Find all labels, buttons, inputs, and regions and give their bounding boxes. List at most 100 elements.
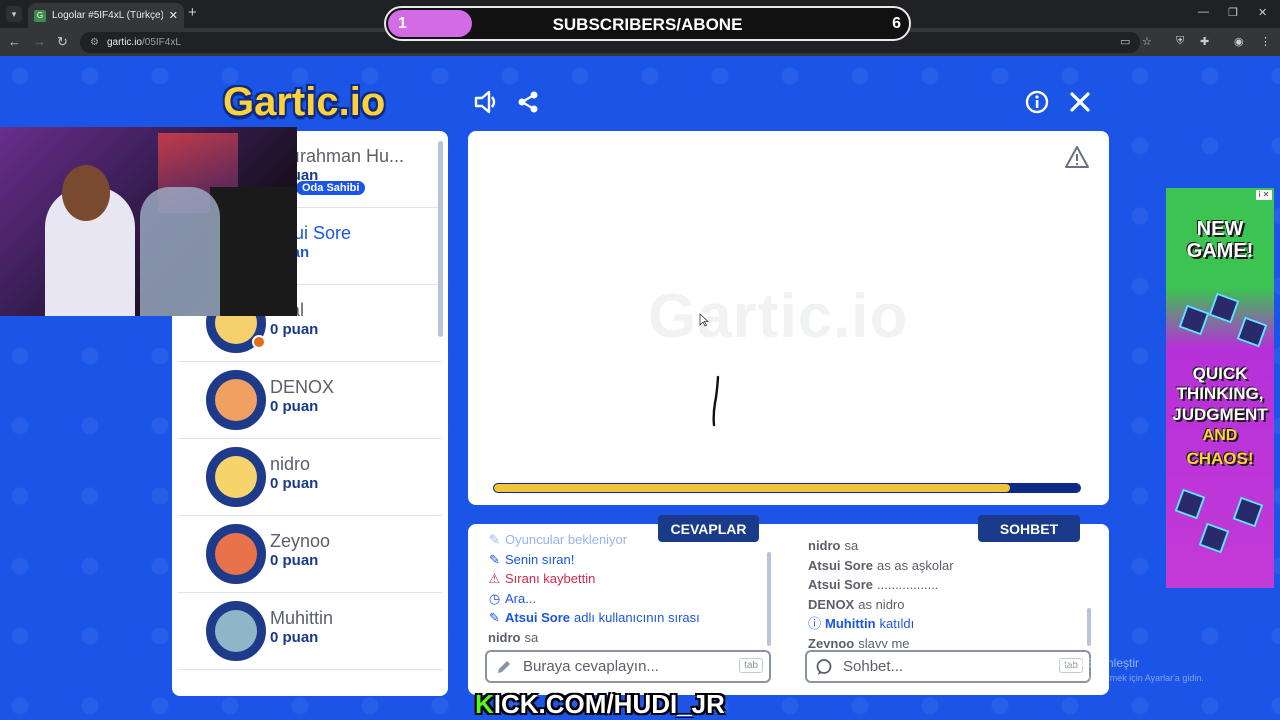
bookmark-star-icon[interactable]: ☆ <box>1142 35 1152 48</box>
players-scrollbar[interactable] <box>438 141 443 337</box>
ad-cube-icon <box>1174 488 1206 520</box>
chat-list: nidro sa Atsui Sore as as aşkolar Atsui So… <box>808 536 1088 648</box>
player-score: 0 puan <box>270 475 319 492</box>
answer-message: nidro sa <box>488 629 539 645</box>
player-row[interactable]: nidro 0 puan <box>178 439 442 516</box>
drawn-stroke <box>712 375 720 427</box>
player-avatar <box>206 447 266 507</box>
subscriber-goal-label: SUBSCRIBERS/ABONE <box>552 15 743 34</box>
answer-message: ✎ Senin sıran! <box>488 550 773 570</box>
pencil-icon <box>498 660 510 673</box>
player-avatar <box>206 601 266 661</box>
tab-title: Logolar #5IF4xL (Türkçe) - Gartic <box>52 10 163 21</box>
ad-text: NEW <box>1196 218 1244 240</box>
answer-message: ✎ Oyuncular bekleniyor <box>488 530 773 550</box>
answer-message: ⚠ Sıranı kaybettin <box>488 569 773 589</box>
ad-text: CHAOS! <box>1186 449 1254 468</box>
subscriber-goal: 6 <box>892 15 901 32</box>
clock-icon: ◷ <box>488 590 501 606</box>
browser-tab[interactable]: G Logolar #5IF4xL (Türkçe) - Gartic ✕ <box>28 3 184 28</box>
player-score: 0 puan <box>270 321 319 338</box>
shield-extension-icon[interactable]: ⛨ <box>1176 35 1184 48</box>
cast-icon[interactable]: ▭ <box>1120 35 1130 48</box>
sound-icon[interactable] <box>472 88 500 116</box>
window-close-icon[interactable]: ✕ <box>1258 6 1267 19</box>
ad-close-icon[interactable]: i ✕ <box>1256 190 1272 200</box>
profile-avatar-icon[interactable]: ◉ <box>1234 35 1244 48</box>
tab-search-icon[interactable]: ▾ <box>6 6 22 22</box>
minimize-icon[interactable]: — <box>1198 6 1209 18</box>
player-avatar <box>206 370 266 430</box>
player-row[interactable]: Muhittin 0 puan <box>178 593 442 670</box>
warning-icon: ⚠ <box>488 571 501 586</box>
kick-channel-banner: KICK.COM/HUDI_JR <box>475 689 725 719</box>
player-score: 0 puan <box>270 629 319 646</box>
chat-field[interactable] <box>843 658 1043 675</box>
player-name: Zeynoo <box>270 531 331 551</box>
ad-cube-icon <box>1232 496 1264 528</box>
tab-key-hint: tab <box>739 658 763 673</box>
player-score: 0 puan <box>270 398 319 415</box>
advertisement-banner[interactable]: i ✕ NEW GAME! QUICK THINKING, JUDGMENT A… <box>1166 188 1274 588</box>
site-info-icon[interactable]: ⚙ <box>90 37 99 48</box>
close-tab-icon[interactable]: ✕ <box>169 9 178 22</box>
chat-message: Zeynoo slayy me <box>808 635 910 649</box>
player-name: nidro <box>270 454 311 474</box>
windows-activation-sub: Windows'u etkinleştirmek için Ayarlar'a … <box>1026 673 1204 683</box>
ad-cube-icon <box>1178 304 1210 336</box>
chat-message: DENOX as nidro <box>808 596 905 612</box>
url-path: /05IF4xL <box>141 37 181 48</box>
new-tab-icon[interactable]: + <box>188 4 197 21</box>
player-name: DENOX <box>270 377 335 397</box>
restore-icon[interactable]: ❐ <box>1228 6 1238 19</box>
url-host: gartic.io <box>106 37 142 48</box>
gartic-logo: Gartic.io <box>223 80 386 124</box>
canvas-watermark: Gartic.io <box>648 282 909 351</box>
answers-list: ✎ Oyuncular bekleniyor ✎ Senin sıran! ⚠ Sır… <box>488 530 773 648</box>
ad-text: GAME! <box>1186 240 1254 262</box>
ad-text: JUDGMENT <box>1172 405 1268 424</box>
player-row[interactable]: Zeynoo 0 puan <box>178 516 442 593</box>
chat-scrollbar[interactable] <box>1087 608 1091 646</box>
reload-icon[interactable]: ↻ <box>57 34 68 50</box>
browser-menu-icon[interactable]: ⋮ <box>1260 35 1271 48</box>
chat-message: nidro sa <box>808 538 859 553</box>
ad-cube-icon <box>1236 316 1268 348</box>
extensions-icon[interactable]: ✚ <box>1200 35 1209 48</box>
ad-text: THINKING, <box>1176 384 1264 403</box>
back-icon[interactable]: ← <box>8 34 21 49</box>
subscriber-current: 1 <box>398 15 407 32</box>
pencil-icon: ✎ <box>489 532 500 547</box>
chat-message: Atsui Sore as as aşkolar <box>808 557 954 573</box>
mouse-cursor-icon <box>699 313 709 327</box>
exit-icon[interactable] <box>1066 88 1094 116</box>
streamer-webcam <box>0 127 297 316</box>
subscriber-goal-bar: SUBSCRIBERS/ABONE 1 6 <box>384 6 911 41</box>
room-owner-badge: Oda Sahibi <box>296 181 366 195</box>
answers-scrollbar[interactable] <box>767 552 771 646</box>
answer-field[interactable] <box>523 658 723 675</box>
share-icon[interactable] <box>514 88 542 116</box>
forward-icon[interactable]: → <box>33 34 46 49</box>
drawing-canvas[interactable]: Gartic.io <box>468 131 1109 505</box>
round-timer-fill <box>494 484 1010 492</box>
player-avatar <box>206 524 266 584</box>
speech-bubble-icon <box>816 658 832 675</box>
ad-cube-icon <box>1208 292 1240 324</box>
info-icon: ⓘ <box>808 616 822 631</box>
windows-activation-title: Windows'u Etkinleştir <box>1026 656 1139 670</box>
player-score: 0 puan <box>270 552 319 569</box>
info-icon[interactable] <box>1023 88 1051 116</box>
pencil-icon: ✎ <box>489 610 500 625</box>
answer-message: ◷ Ara... <box>488 589 773 609</box>
ad-text: QUICK <box>1192 364 1248 383</box>
chat-message: ⓘ Muhittin katıldı <box>808 614 1088 634</box>
player-row[interactable]: DENOX 0 puan <box>178 362 442 439</box>
chat-message: Atsui Sore................. <box>808 577 939 592</box>
answer-input[interactable]: tab <box>485 650 771 683</box>
ad-text: AND <box>1202 427 1238 444</box>
answer-message: ✎ Atsui Sore adlı kullanıcının sırası <box>488 608 773 628</box>
answers-chat-panel: CEVAPLAR SOHBET ✎ Oyuncular bekleniyor ✎ S… <box>468 515 1109 695</box>
report-warning-icon[interactable] <box>1064 145 1090 174</box>
player-name: Muhittin <box>270 608 334 628</box>
